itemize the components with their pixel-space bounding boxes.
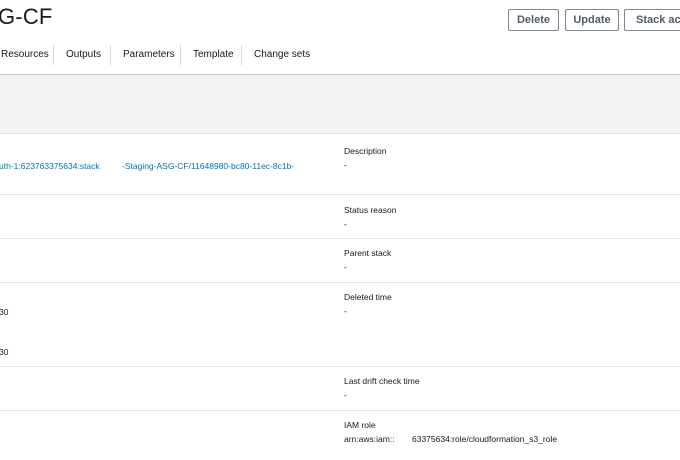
page-title: G-CF [0,4,53,29]
stack-actions-button[interactable]: Stack actio [624,9,680,31]
tab-divider [53,45,54,65]
row-divider [0,410,680,411]
last-drift-check-value: - [344,390,347,400]
updated-time-value: 30 [0,347,9,357]
row-divider [0,366,680,367]
tab-template[interactable]: Template [193,43,234,67]
row-divider [0,194,680,195]
panel-header [0,75,680,133]
iam-role-label: IAM role [344,420,376,430]
row-divider [0,282,680,283]
update-button[interactable]: Update [565,9,619,31]
row-divider [0,238,680,239]
tab-change-sets[interactable]: Change sets [254,43,310,67]
tab-divider [110,45,111,65]
stack-id-link-continued[interactable]: -Staging-ASG-CF/11648980-bc80-11ec-8c1b- [122,161,294,171]
stack-id-link[interactable]: uth-1:623763375634:stack [0,161,100,171]
status-reason-label: Status reason [344,205,397,215]
tab-outputs[interactable]: Outputs [66,43,101,67]
iam-role-value: arn:aws:iam:: [344,434,395,444]
tab-resources[interactable]: Resources [1,43,49,67]
last-drift-check-label: Last drift check time [344,376,420,386]
tab-divider [180,45,181,65]
row-divider [0,133,680,134]
created-time-value: 30 [0,307,9,317]
tab-divider [241,45,242,65]
deleted-time-label: Deleted time [344,292,392,302]
description-value: - [344,160,347,170]
tab-parameters[interactable]: Parameters [123,43,175,67]
status-reason-value: - [344,219,347,229]
description-label: Description [344,146,387,156]
parent-stack-label: Parent stack [344,248,392,258]
parent-stack-value: - [344,262,347,272]
iam-role-value-continued: 63375634:role/cloudformation_s3_role [412,434,558,444]
deleted-time-value: - [344,306,347,316]
delete-button[interactable]: Delete [508,9,559,31]
